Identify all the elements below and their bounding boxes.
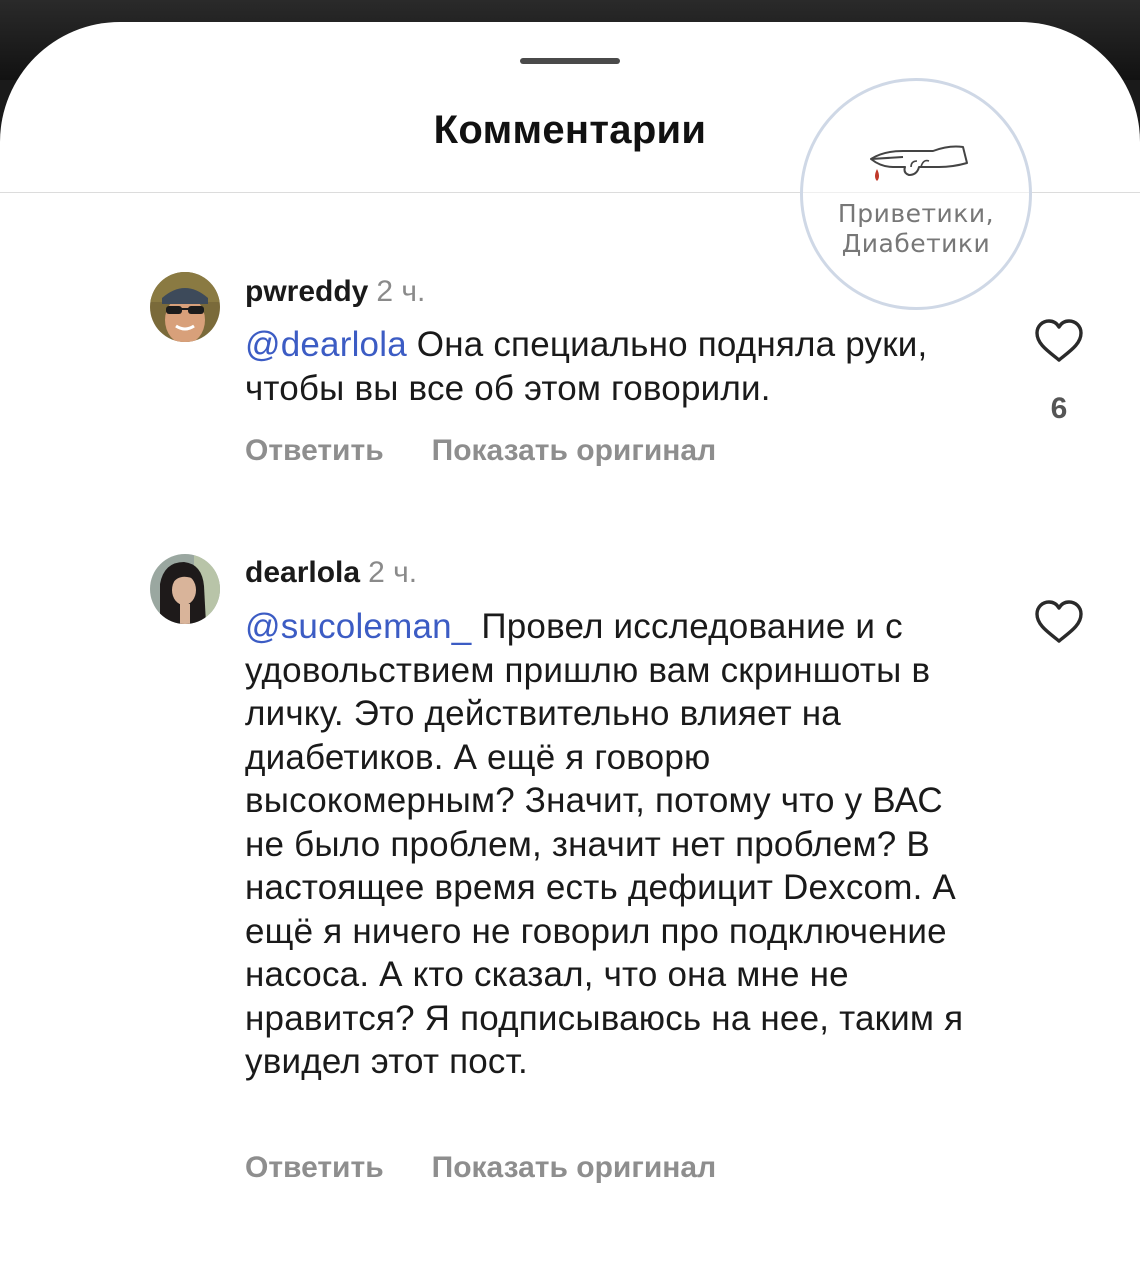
comment-username[interactable]: pwreddy [245,275,368,308]
comment-username[interactable]: dearlola [245,556,360,589]
comment-mention[interactable]: @dearlola [245,325,407,364]
heart-outline-icon[interactable] [1034,599,1084,645]
watermark-line-1: Приветики, [837,199,995,228]
like-count: 6 [1050,392,1068,425]
avatar-image [150,272,220,342]
comment-header: pwreddy 2 ч. [245,274,425,310]
comment-mention[interactable]: @sucoleman_ [245,607,471,646]
show-original-button[interactable]: Показать оригинал [432,434,717,467]
comment-text: @dearlola Она специально подняла руки, ч… [245,323,990,410]
comment-timestamp: 2 ч. [368,556,418,589]
comment-actions: Ответить Показать оригинал [245,434,716,468]
comment-timestamp: 2 ч. [376,275,426,308]
comment-actions: Ответить Показать оригинал [245,1151,716,1185]
comment-text: @sucoleman_ Провел исследование и с удов… [245,605,990,1084]
avatar[interactable] [150,272,220,342]
comments-sheet: Комментарии pwreddy 2 ч. @dearlola Она сп… [0,22,1140,1280]
reply-button[interactable]: Ответить [245,1151,384,1184]
show-original-button[interactable]: Показать оригинал [432,1151,717,1184]
watermark-stamp: Приветики, Диабетики [800,78,1032,310]
comment-header: dearlola 2 ч. [245,555,417,591]
sheet-grabber-handle[interactable] [520,58,620,64]
comment-body: Провел исследование и с удовольствием пр… [245,607,964,1081]
avatar-image [150,554,220,624]
avatar[interactable] [150,554,220,624]
watermark-line-2: Диабетики [841,229,991,258]
reply-button[interactable]: Ответить [245,434,384,467]
heart-outline-icon[interactable] [1034,318,1084,364]
pointing-hand-drop-icon [870,145,968,181]
